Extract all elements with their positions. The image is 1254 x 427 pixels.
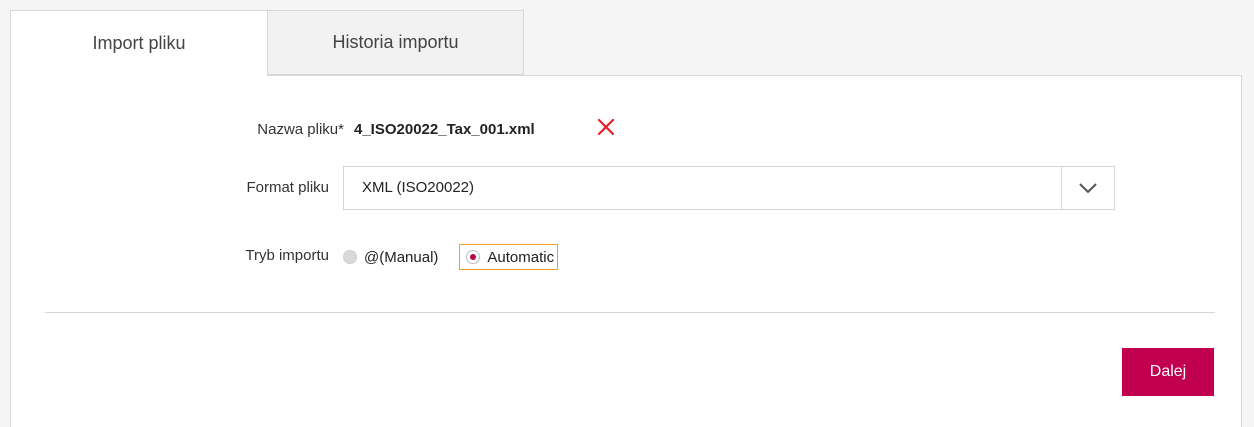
tab-bar: Import pliku Historia importu <box>10 10 524 76</box>
tab-import-file-label: Import pliku <box>92 33 186 53</box>
file-format-label: Format pliku <box>246 179 329 196</box>
radio-label-manual: @(Manual) <box>364 248 439 266</box>
close-x-icon[interactable] <box>595 116 617 138</box>
tab-import-history[interactable]: Historia importu <box>268 10 524 75</box>
radio-option-automatic[interactable]: Automatic <box>459 244 559 270</box>
import-panel: Nazwa pliku* 4_ISO20022_Tax_001.xml Form… <box>10 75 1242 427</box>
file-format-selected-value: XML (ISO20022) <box>362 179 474 196</box>
divider <box>45 312 1215 313</box>
import-mode-radio-group: @(Manual) Automatic <box>343 242 559 272</box>
radio-option-manual[interactable]: @(Manual) <box>343 244 438 270</box>
tab-import-history-label: Historia importu <box>332 32 459 52</box>
file-format-select[interactable]: XML (ISO20022) <box>343 166 1115 210</box>
file-name-label: Nazwa pliku* <box>257 121 344 138</box>
radio-button-manual[interactable] <box>343 250 357 264</box>
file-name-value: 4_ISO20022_Tax_001.xml <box>354 121 535 138</box>
radio-button-automatic[interactable] <box>466 250 481 264</box>
next-button[interactable]: Dalej <box>1122 348 1214 396</box>
chevron-down-icon[interactable] <box>1061 167 1114 209</box>
import-mode-label: Tryb importu <box>245 247 329 264</box>
import-window: Import pliku Historia importu Nazwa plik… <box>10 10 1242 427</box>
radio-label-automatic: Automatic <box>487 248 555 266</box>
tab-import-file[interactable]: Import pliku <box>10 10 268 76</box>
